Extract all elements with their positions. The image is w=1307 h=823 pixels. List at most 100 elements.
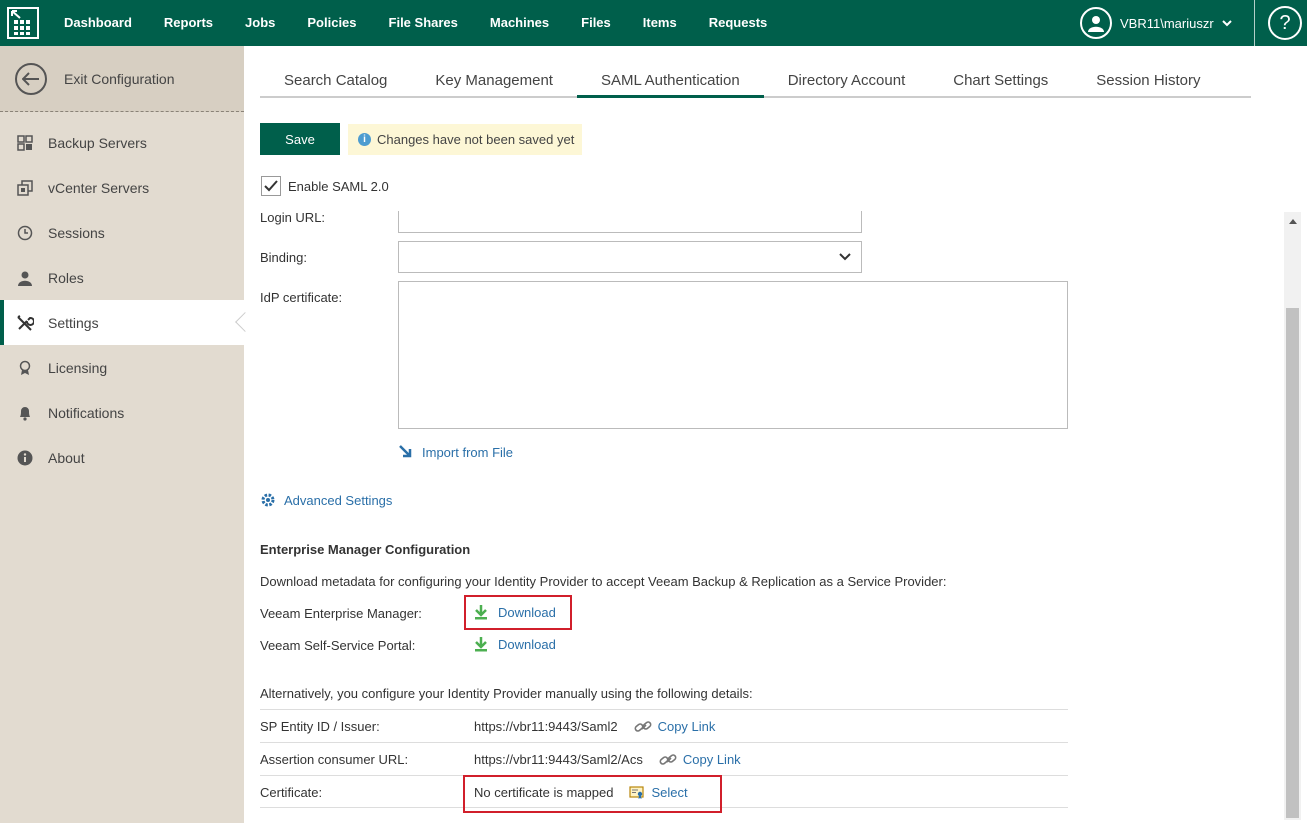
active-indicator [235,312,255,332]
ssp-download-link[interactable]: Download [474,636,556,652]
detail-row-entity-id: SP Entity ID / Issuer: https://vbr11:944… [260,709,1068,742]
tab-saml-authentication[interactable]: SAML Authentication [576,66,764,98]
sidebar-item-label: Settings [48,314,99,331]
vertical-scrollbar[interactable] [1284,212,1301,820]
sidebar-item-label: Roles [48,269,84,286]
tools-icon [16,314,34,332]
back-arrow-icon [15,62,47,95]
nav-items[interactable]: Items [627,0,693,46]
binding-label: Binding: [260,250,307,265]
ssp-download-label-text: Download [498,636,556,652]
highlight-box [463,775,722,813]
import-from-file-label: Import from File [422,444,514,460]
link-icon [659,753,677,765]
main-nav: Dashboard Reports Jobs Policies File Sha… [48,0,783,46]
sidebar-item-label: Licensing [48,359,108,376]
highlight-box [464,595,572,630]
scrollbar-thumb[interactable] [1286,308,1299,818]
backup-servers-icon [16,134,34,152]
chevron-down-icon [1221,20,1232,27]
sidebar-item-label: vCenter Servers [48,179,150,196]
advanced-settings-label: Advanced Settings [284,492,393,508]
em-config-title: Enterprise Manager Configuration [260,542,471,557]
info-icon [16,449,34,467]
user-icon [16,269,34,287]
acs-url-value-group: https://vbr11:9443/Saml2/Acs Copy Link [474,752,741,767]
nav-reports[interactable]: Reports [148,0,229,46]
entity-id-value-group: https://vbr11:9443/Saml2 Copy Link [474,719,715,734]
sidebar-item-sessions[interactable]: Sessions [0,210,244,255]
nav-files[interactable]: Files [565,0,627,46]
topbar-divider [1254,0,1255,46]
save-button[interactable]: Save [260,123,340,155]
user-avatar-icon [1080,7,1112,39]
sidebar-item-label: Sessions [48,224,105,241]
ssp-download-label: Veeam Self-Service Portal: [260,638,416,653]
import-arrow-icon [399,445,412,458]
enable-saml-row: Enable SAML 2.0 [261,176,389,196]
acs-url-label: Assertion consumer URL: [260,752,409,767]
sidebar-item-roles[interactable]: Roles [0,255,244,300]
copy-entity-id-label: Copy Link [657,719,716,734]
sidebar-item-notifications[interactable]: Notifications [0,390,244,435]
clock-icon [16,224,34,242]
sidebar-item-licensing[interactable]: Licensing [0,345,244,390]
exit-configuration-button[interactable]: Exit Configuration [0,46,244,112]
em-download-label: Veeam Enterprise Manager: [260,606,422,621]
exit-configuration-label: Exit Configuration [64,70,175,87]
binding-select[interactable] [398,241,862,273]
tab-directory-account[interactable]: Directory Account [764,66,930,98]
checkmark-icon [264,180,278,192]
unsaved-notice: i Changes have not been saved yet [348,124,583,155]
top-bar: Dashboard Reports Jobs Policies File Sha… [0,0,1307,46]
entity-id-label: SP Entity ID / Issuer: [260,719,380,734]
sidebar-item-vcenter-servers[interactable]: vCenter Servers [0,165,244,210]
bell-icon [16,404,34,422]
nav-dashboard[interactable]: Dashboard [48,0,148,46]
import-from-file-link[interactable]: Import from File [398,444,513,460]
tab-key-management[interactable]: Key Management [411,66,577,98]
nav-machines[interactable]: Machines [474,0,565,46]
help-button[interactable]: ? [1268,6,1302,40]
enable-saml-label: Enable SAML 2.0 [288,178,389,194]
nav-jobs[interactable]: Jobs [229,0,291,46]
user-menu[interactable]: VBR11\mariuszr [1080,7,1232,39]
gear-icon [261,493,275,507]
download-icon [475,637,487,652]
link-icon [634,720,652,732]
detail-row-acs-url: Assertion consumer URL: https://vbr11:94… [260,742,1068,775]
info-icon: i [358,133,371,146]
sidebar-item-about[interactable]: About [0,435,244,480]
chevron-down-icon [839,253,851,261]
tab-search-catalog[interactable]: Search Catalog [260,66,411,98]
sidebar-item-label: Backup Servers [48,134,147,151]
enable-saml-checkbox[interactable] [261,176,281,196]
alt-config-description: Alternatively, you configure your Identi… [260,686,753,701]
user-name: VBR11\mariuszr [1120,15,1214,31]
app-logo-icon[interactable] [6,6,40,40]
copy-acs-url-link[interactable]: Copy Link [659,752,741,767]
nav-requests[interactable]: Requests [693,0,784,46]
nav-policies[interactable]: Policies [291,0,372,46]
copy-entity-id-link[interactable]: Copy Link [634,719,716,734]
scroll-up-arrow-icon[interactable] [1284,212,1301,229]
acs-url-value: https://vbr11:9443/Saml2/Acs [474,752,643,767]
tab-chart-settings[interactable]: Chart Settings [929,66,1072,98]
idp-certificate-label: IdP certificate: [260,290,343,305]
sidebar-item-label: Notifications [48,404,125,421]
settings-tabs: Search Catalog Key Management SAML Authe… [260,66,1251,98]
idp-certificate-textarea[interactable] [398,281,1068,429]
login-url-input[interactable] [398,211,862,233]
sidebar-item-label: About [48,449,85,466]
license-icon [16,359,34,377]
tab-session-history[interactable]: Session History [1072,66,1224,98]
advanced-settings-link[interactable]: Advanced Settings [260,492,392,508]
sidebar-item-backup-servers[interactable]: Backup Servers [0,120,244,165]
nav-file-shares[interactable]: File Shares [373,0,474,46]
sidebar-item-settings[interactable]: Settings [0,300,255,345]
sidebar: Exit Configuration Backup Servers vCente… [0,46,255,823]
entity-id-value: https://vbr11:9443/Saml2 [474,719,618,734]
vcenter-icon [16,179,34,197]
em-config-description: Download metadata for configuring your I… [260,574,947,589]
copy-acs-url-label: Copy Link [682,752,741,767]
